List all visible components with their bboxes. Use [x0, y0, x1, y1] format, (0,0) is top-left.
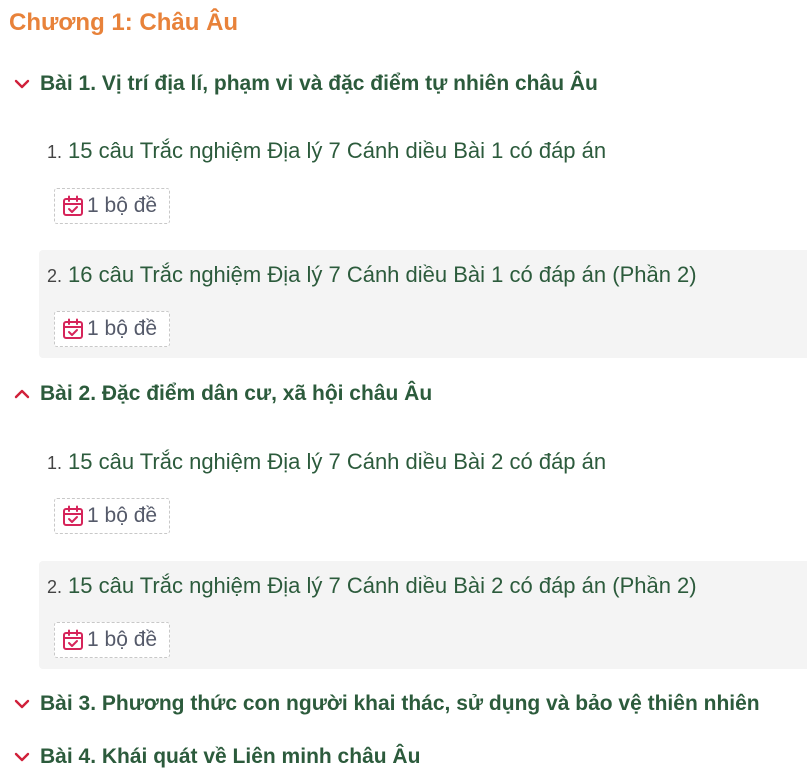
calendar-check-icon: [62, 195, 84, 217]
lesson-title[interactable]: Bài 1. Vị trí địa lí, phạm vi và đặc điể…: [40, 70, 598, 98]
lesson-header-3[interactable]: Bài 3. Phương thức con người khai thác, …: [12, 690, 760, 718]
test-count-badge[interactable]: 1 bộ đề: [54, 311, 170, 347]
chapter-title: Chương 1: Châu Âu: [9, 9, 239, 36]
badge-label: 1 bộ đề: [87, 194, 158, 217]
test-item: 1. 15 câu Trắc nghiệm Địa lý 7 Cánh diều…: [39, 130, 807, 240]
lesson-title[interactable]: Bài 3. Phương thức con người khai thác, …: [40, 690, 760, 718]
test-link[interactable]: 15 câu Trắc nghiệm Địa lý 7 Cánh diều Bà…: [68, 573, 697, 599]
test-count-badge[interactable]: 1 bộ đề: [54, 498, 170, 534]
lesson-header-2[interactable]: Bài 2. Đặc điểm dân cư, xã hội châu Âu: [12, 380, 432, 408]
item-number: 1.: [47, 142, 63, 162]
test-count-badge[interactable]: 1 bộ đề: [54, 622, 170, 658]
chevron-down-icon[interactable]: [12, 694, 32, 714]
lesson-header-4[interactable]: Bài 4. Khái quát về Liên minh châu Âu: [12, 743, 420, 771]
badge-label: 1 bộ đề: [87, 504, 158, 527]
calendar-check-icon: [62, 629, 84, 651]
lesson-header-1[interactable]: Bài 1. Vị trí địa lí, phạm vi và đặc điể…: [12, 70, 598, 98]
test-link[interactable]: 16 câu Trắc nghiệm Địa lý 7 Cánh diều Bà…: [68, 262, 697, 288]
chevron-down-icon[interactable]: [12, 747, 32, 767]
badge-label: 1 bộ đề: [87, 317, 158, 340]
lesson-title[interactable]: Bài 4. Khái quát về Liên minh châu Âu: [40, 743, 420, 771]
test-link[interactable]: 15 câu Trắc nghiệm Địa lý 7 Cánh diều Bà…: [68, 138, 606, 164]
item-number: 2.: [47, 577, 63, 597]
test-link[interactable]: 15 câu Trắc nghiệm Địa lý 7 Cánh diều Bà…: [68, 449, 606, 475]
test-count-badge[interactable]: 1 bộ đề: [54, 188, 170, 224]
item-number: 1.: [47, 453, 63, 473]
calendar-check-icon: [62, 318, 84, 340]
badge-label: 1 bộ đề: [87, 628, 158, 651]
lesson-title[interactable]: Bài 2. Đặc điểm dân cư, xã hội châu Âu: [40, 380, 432, 408]
test-item: 2. 15 câu Trắc nghiệm Địa lý 7 Cánh diều…: [39, 561, 807, 669]
item-number: 2.: [47, 266, 63, 286]
test-item: 1. 15 câu Trắc nghiệm Địa lý 7 Cánh diều…: [39, 441, 807, 551]
test-item: 2. 16 câu Trắc nghiệm Địa lý 7 Cánh diều…: [39, 250, 807, 358]
chevron-down-icon[interactable]: [12, 74, 32, 94]
chevron-up-icon[interactable]: [12, 384, 32, 404]
calendar-check-icon: [62, 505, 84, 527]
